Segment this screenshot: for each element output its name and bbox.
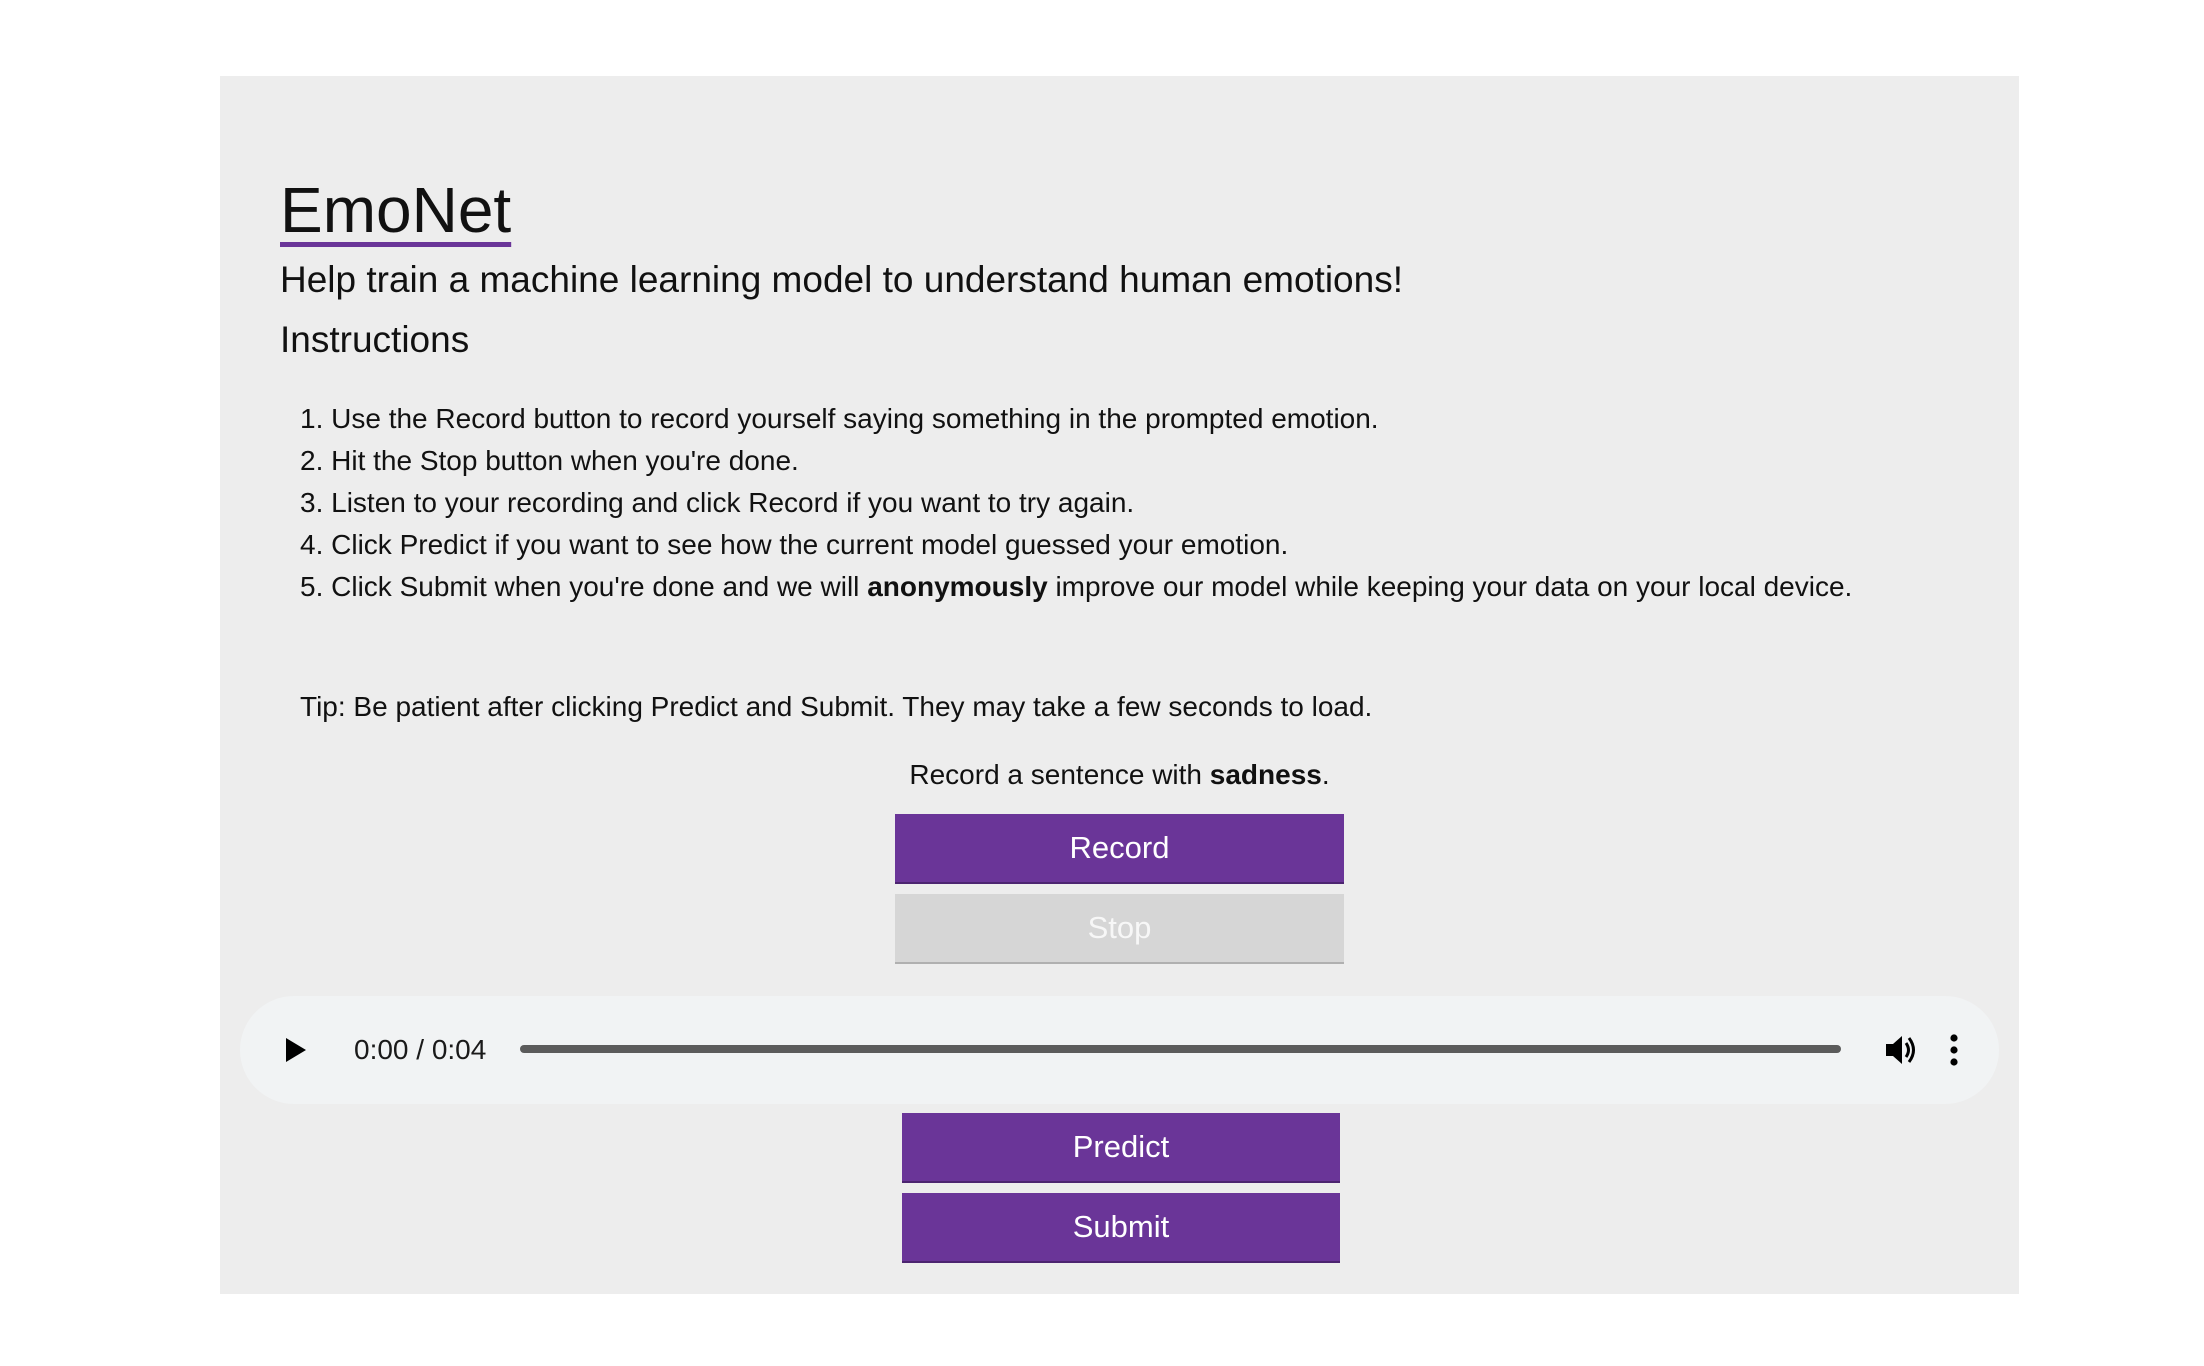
prompt-after: .: [1321, 759, 1330, 790]
stop-button[interactable]: Stop: [895, 894, 1344, 962]
instruction-step-5-after: improve our model while keeping your dat…: [1047, 571, 1853, 602]
play-icon[interactable]: [274, 1030, 314, 1070]
instruction-step-4: 4. Click Predict if you want to see how …: [300, 529, 1289, 560]
more-options-icon[interactable]: [1944, 1030, 1964, 1070]
instructions-list: 1. Use the Record button to record yours…: [300, 398, 1852, 608]
instruction-step-5: 5. Click Submit when you're done and we …: [300, 566, 1852, 608]
instruction-step-5-emphasis: anonymously: [867, 571, 1048, 602]
instruction-step-2: 2. Hit the Stop button when you're done.: [300, 445, 799, 476]
tip-text: Tip: Be patient after clicking Predict a…: [300, 691, 1373, 722]
app-title-link[interactable]: EmoNet: [280, 172, 511, 249]
instruction-step-5-before: 5. Click Submit when you're done and we …: [300, 571, 868, 602]
instruction-step-3: 3. Listen to your recording and click Re…: [300, 487, 1135, 518]
instructions-heading: Instructions: [280, 319, 470, 360]
prompt-emotion: sadness: [1209, 759, 1322, 790]
predict-button[interactable]: Predict: [902, 1113, 1340, 1181]
record-button[interactable]: Record: [895, 814, 1344, 882]
audio-time-display: 0:00 / 0:04: [354, 1034, 487, 1065]
prompt-before: Record a sentence with: [909, 759, 1210, 790]
audio-player: 0:00 / 0:04: [240, 996, 1999, 1104]
tagline: Help train a machine learning model to u…: [280, 259, 1403, 300]
instruction-step-1: 1. Use the Record button to record yours…: [300, 403, 1379, 434]
main-panel: EmoNet Help train a machine learning mod…: [220, 76, 2019, 1294]
submit-button[interactable]: Submit: [902, 1193, 1340, 1261]
audio-progress-bar[interactable]: [520, 1045, 1841, 1053]
emotion-prompt: Record a sentence with sadness.: [220, 754, 2019, 796]
volume-icon[interactable]: [1883, 1031, 1921, 1069]
